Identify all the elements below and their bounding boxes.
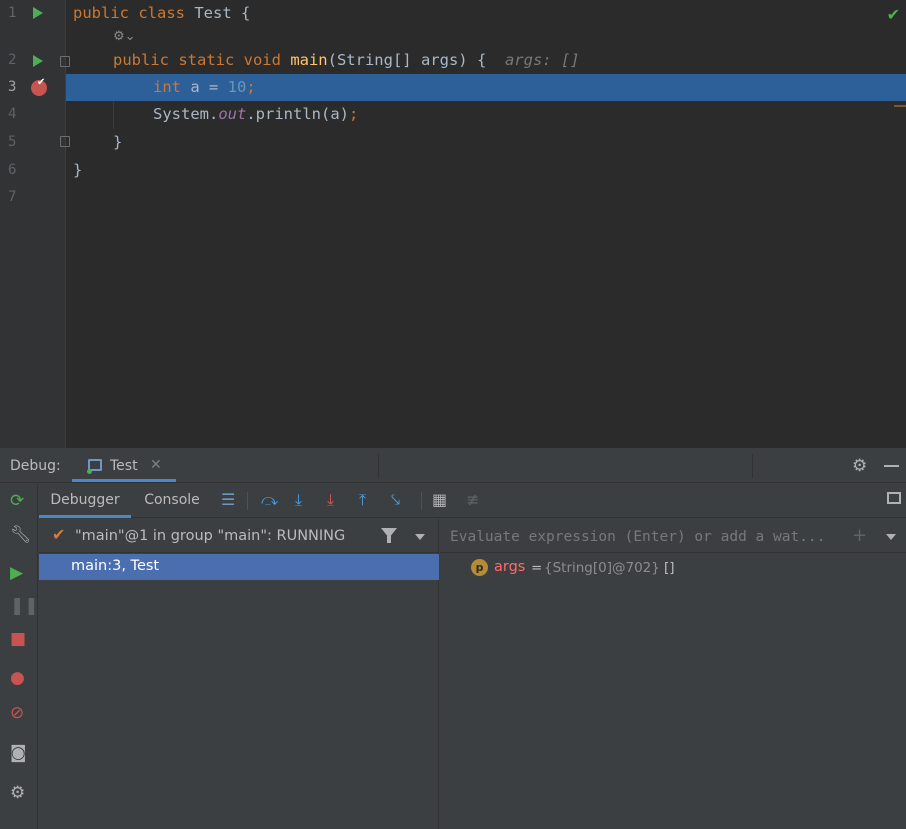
check-icon[interactable]: ✔ xyxy=(887,5,900,24)
fold-icon[interactable] xyxy=(60,136,70,147)
evaluate-expression-input[interactable] xyxy=(450,527,840,547)
debugger-toolbar: Debugger Console ☰ ⤼ ⤓ ⤓ ⤒ ⤥ ▦ ≢ xyxy=(39,484,906,518)
parameter-icon: p xyxy=(471,559,488,576)
code-line-4[interactable]: System.out.println(a); xyxy=(153,101,358,128)
gear-icon[interactable]: ⚙ xyxy=(852,456,867,476)
variable-equals: = xyxy=(531,560,543,576)
minimize-icon[interactable] xyxy=(884,465,899,467)
frames-pane: ✔ "main"@1 in group "main": RUNNING main… xyxy=(39,519,439,829)
frame-label: main:3, Test xyxy=(71,558,160,574)
chevron-down-icon[interactable] xyxy=(886,534,896,540)
step-into-icon[interactable]: ⤓ xyxy=(295,491,302,509)
session-tab-test[interactable]: Test ✕ xyxy=(72,448,176,483)
debug-header: Debug: Test ✕ ⚙ xyxy=(0,448,906,483)
code-line-1[interactable]: public class Test { xyxy=(73,0,250,27)
layout-icon[interactable] xyxy=(887,492,901,504)
view-breakpoints-icon[interactable]: ● xyxy=(10,669,25,687)
divider xyxy=(247,492,248,510)
line-number: 5 xyxy=(8,134,17,150)
camera-icon[interactable]: ◙ xyxy=(10,744,27,762)
filter-icon-stem xyxy=(387,536,391,543)
session-tab-label: Test xyxy=(110,458,138,474)
debug-side-toolbar: ⟳ 🔧︎ ▶ ❚❚ ■ ● ⊘ ◙ ⚙ xyxy=(0,484,39,829)
trace-icon[interactable]: ≢ xyxy=(466,491,479,509)
wrench-icon[interactable]: 🔧︎ xyxy=(10,526,32,544)
debug-title: Debug: xyxy=(10,458,61,474)
inline-value-hint: args: [] xyxy=(504,51,580,69)
code-line-2[interactable]: public static void main(String[] args) {… xyxy=(113,47,580,74)
divider xyxy=(421,492,422,510)
run-class-icon[interactable] xyxy=(33,7,43,19)
active-tab-indicator xyxy=(72,479,176,482)
pause-icon[interactable]: ❚❚ xyxy=(10,597,39,615)
close-icon[interactable]: ✕ xyxy=(150,457,162,473)
frame-item[interactable]: main:3, Test xyxy=(39,554,439,580)
debug-tool-window: Debug: Test ✕ ⚙ ⟳ 🔧︎ ▶ ❚❚ ■ ● ⊘ ◙ ⚙ Debu… xyxy=(0,448,906,829)
divider xyxy=(378,454,379,478)
code-line-3[interactable]: int a = 10; xyxy=(153,74,256,101)
run-to-cursor-icon[interactable]: ⤥ xyxy=(391,491,400,509)
divider xyxy=(752,454,753,478)
resume-icon[interactable]: ▶ xyxy=(10,564,23,582)
menu-icon[interactable]: ☰ xyxy=(221,491,235,509)
force-step-into-icon[interactable]: ⤓ xyxy=(327,491,334,509)
mute-breakpoints-icon[interactable]: ⊘ xyxy=(10,704,24,722)
line-number: 7 xyxy=(8,189,17,205)
code-editor[interactable]: 1 2 3 4 5 6 7 ✔ public class Test { ⚙⌄ p… xyxy=(0,0,906,448)
step-out-icon[interactable]: ⤒ xyxy=(359,491,366,509)
line-number: 6 xyxy=(8,162,17,178)
run-main-icon[interactable] xyxy=(33,55,43,67)
stop-icon[interactable]: ■ xyxy=(10,630,26,648)
settings-icon[interactable]: ⚙ xyxy=(10,784,25,802)
indent-guide xyxy=(113,101,114,129)
line-number: 3 xyxy=(8,79,17,95)
breakpoint-verified-icon: ✔ xyxy=(37,77,46,88)
code-line-5[interactable]: } xyxy=(113,129,122,156)
fold-icon[interactable] xyxy=(60,56,70,67)
thread-label: "main"@1 in group "main": RUNNING xyxy=(75,528,346,544)
variable-value: [] xyxy=(664,560,675,576)
tab-console[interactable]: Console xyxy=(135,484,209,518)
step-over-icon[interactable]: ⤼ xyxy=(261,491,278,509)
add-watch-icon[interactable]: + xyxy=(852,525,867,546)
thread-selector[interactable]: ✔ "main"@1 in group "main": RUNNING xyxy=(39,519,439,553)
chevron-down-icon[interactable] xyxy=(415,534,425,540)
variable-name: args xyxy=(494,559,526,575)
code-line-6[interactable]: } xyxy=(73,157,82,184)
line-number: 1 xyxy=(8,5,17,21)
running-dot-icon xyxy=(87,469,92,474)
variable-row[interactable]: p args = {String[0]@702} [] xyxy=(440,557,906,581)
line-number: 4 xyxy=(8,106,17,122)
thread-suspended-icon: ✔ xyxy=(52,525,66,544)
line-number: 2 xyxy=(8,52,17,68)
tab-debugger[interactable]: Debugger xyxy=(39,484,131,518)
inlay-hint-icon[interactable]: ⚙⌄ xyxy=(113,29,136,44)
variables-pane: + p args = {String[0]@702} [] xyxy=(440,519,906,829)
calculator-icon[interactable]: ▦ xyxy=(432,491,447,509)
scrollbar-marker[interactable] xyxy=(894,105,906,107)
rerun-icon[interactable]: ⟳ xyxy=(10,492,24,510)
variable-type: {String[0]@702} xyxy=(544,560,660,576)
evaluate-row: + xyxy=(440,519,906,553)
